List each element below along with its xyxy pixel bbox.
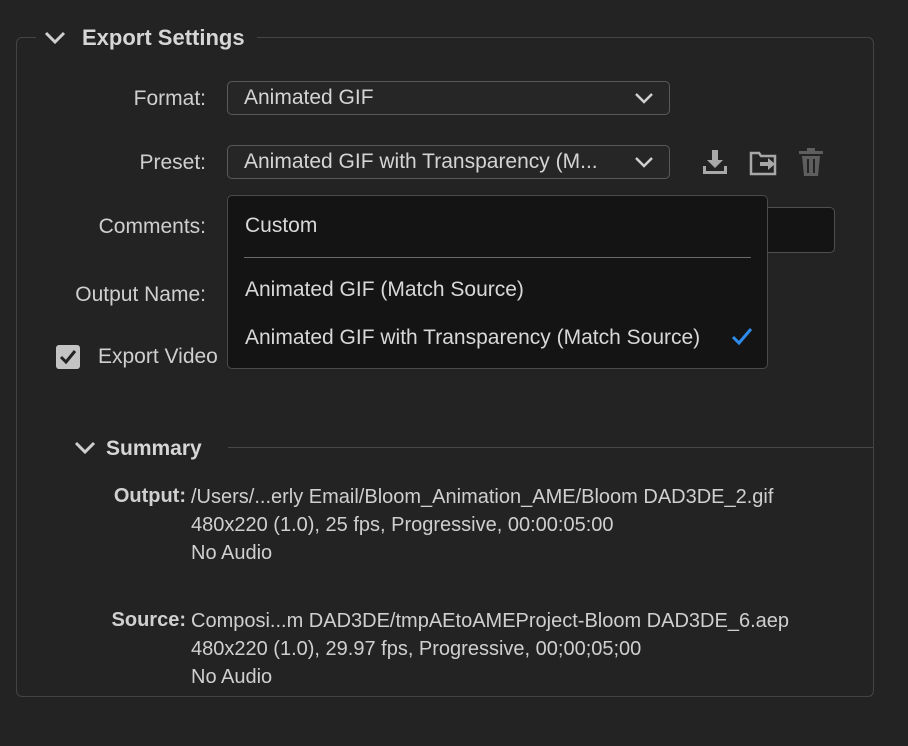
format-select[interactable]: Animated GIF: [227, 81, 670, 115]
save-preset-icon[interactable]: [699, 145, 731, 179]
summary-output-audio: No Audio: [191, 542, 273, 564]
menu-item-animated-gif-match-source[interactable]: Animated GIF (Match Source): [245, 278, 524, 302]
summary-source-label: Source:: [111, 609, 186, 631]
import-preset-icon[interactable]: [748, 145, 780, 179]
preset-select[interactable]: Animated GIF with Transparency (M...: [227, 145, 670, 179]
summary-header[interactable]: Summary: [74, 437, 202, 461]
format-value: Animated GIF: [244, 86, 374, 109]
chevron-down-icon: [633, 152, 655, 178]
menu-divider: [244, 257, 751, 258]
export-video-checkbox[interactable]: [56, 345, 80, 369]
summary-title: Summary: [106, 437, 202, 460]
summary-output-path: /Users/...erly Email/Bloom_Animation_AME…: [191, 486, 774, 508]
summary-output-label: Output:: [113, 485, 186, 507]
checkmark-icon: [59, 350, 77, 365]
export-settings-title: Export Settings: [82, 25, 245, 50]
summary-source-path: Composi...m DAD3DE/tmpAEtoAMEProject-Blo…: [191, 610, 789, 632]
output-name-label: Output Name:: [75, 283, 206, 306]
summary-source-specs: 480x220 (1.0), 29.97 fps, Progressive, 0…: [191, 638, 642, 660]
preset-value: Animated GIF with Transparency (M...: [244, 150, 598, 173]
delete-preset-icon[interactable]: [795, 145, 827, 179]
chevron-down-icon[interactable]: [74, 437, 96, 461]
checkmark-icon: [731, 326, 753, 351]
export-settings-header[interactable]: Export Settings: [36, 22, 257, 54]
summary-divider: [228, 447, 874, 448]
chevron-down-icon: [633, 88, 655, 114]
summary-source-audio: No Audio: [191, 666, 273, 688]
menu-item-animated-gif-transparency[interactable]: Animated GIF with Transparency (Match So…: [245, 326, 700, 350]
chevron-down-icon[interactable]: [42, 25, 68, 51]
preset-label: Preset:: [139, 151, 206, 174]
comments-label: Comments:: [98, 215, 206, 238]
menu-item-custom[interactable]: Custom: [245, 214, 317, 238]
export-video-label: Export Video: [98, 345, 218, 368]
summary-output-specs: 480x220 (1.0), 25 fps, Progressive, 00:0…: [191, 514, 614, 536]
preset-dropdown-menu: Custom Animated GIF (Match Source) Anima…: [227, 195, 768, 369]
format-label: Format:: [133, 87, 206, 110]
